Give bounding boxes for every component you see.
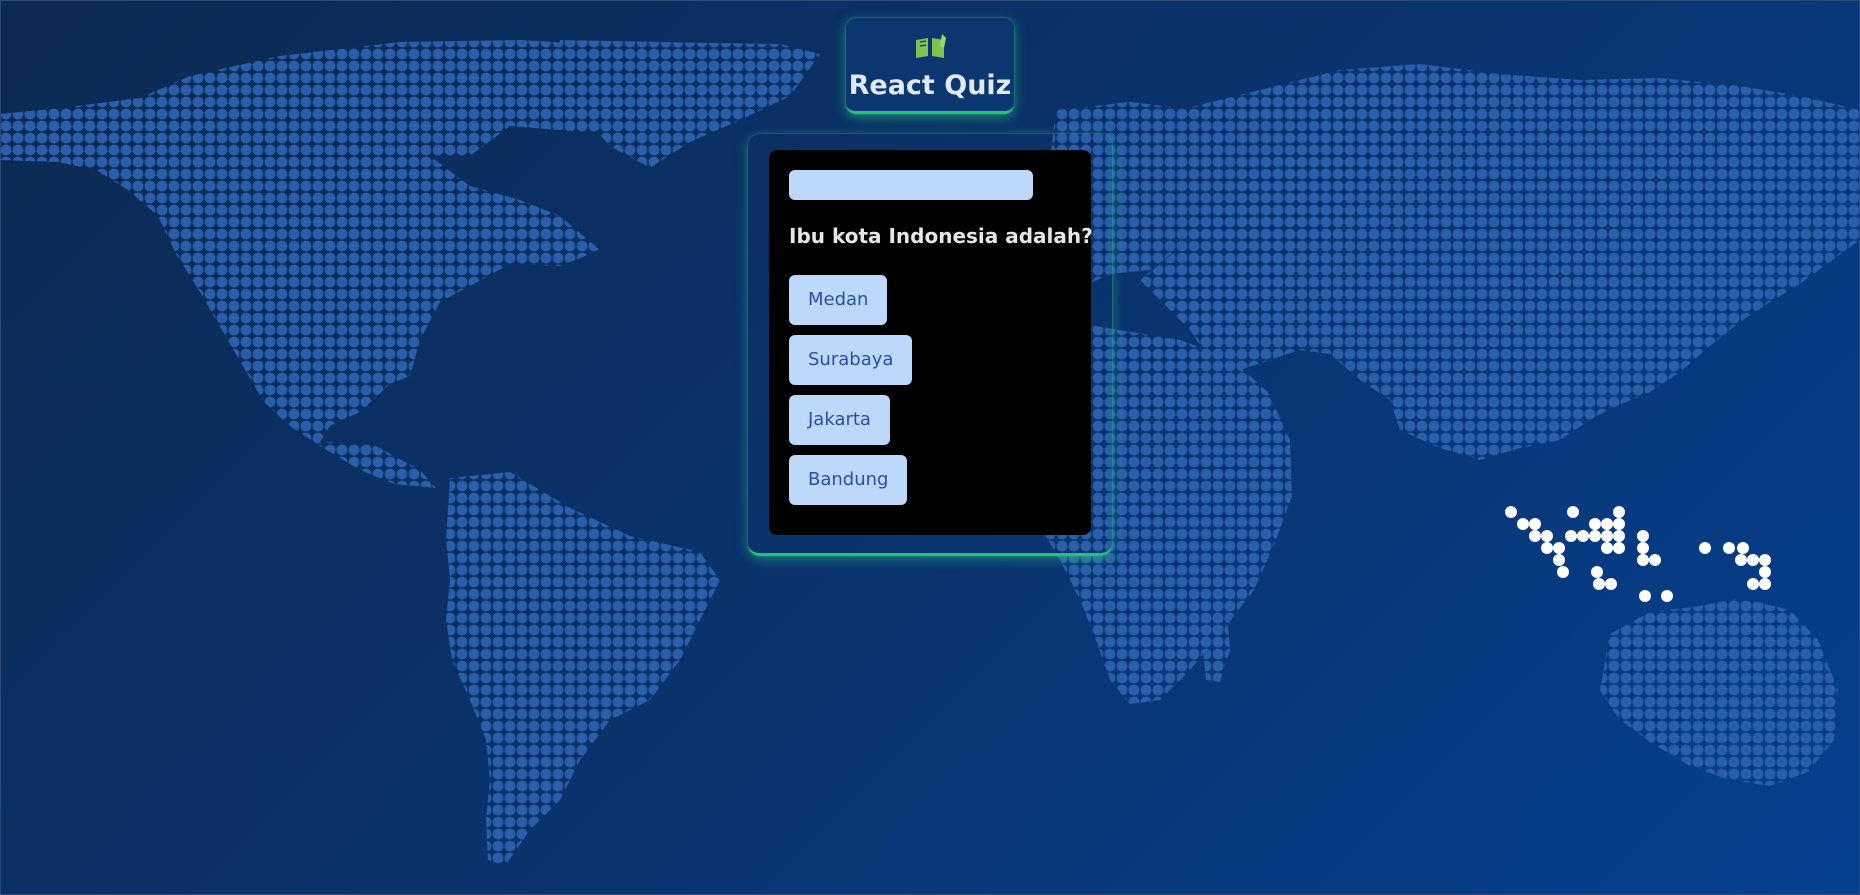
answer-option-medan[interactable]: Medan [789,275,888,325]
quiz-card: Ibu kota Indonesia adalah? Medan Surabay… [769,150,1093,535]
answer-option-bandung[interactable]: Bandung [789,455,908,505]
answer-option-surabaya[interactable]: Surabaya [789,335,913,385]
app-title: React Quiz [848,70,1012,101]
question-text: Ibu kota Indonesia adalah? [789,224,1093,248]
answer-option-jakarta[interactable]: Jakarta [789,395,890,445]
quiz-app: React Quiz Ibu kota Indonesia adalah? Me… [0,0,1860,895]
open-book-icon [916,34,946,58]
app-header: React Quiz [846,18,1014,114]
indonesia-highlight [1505,506,1771,602]
progress-bar [789,170,1033,200]
